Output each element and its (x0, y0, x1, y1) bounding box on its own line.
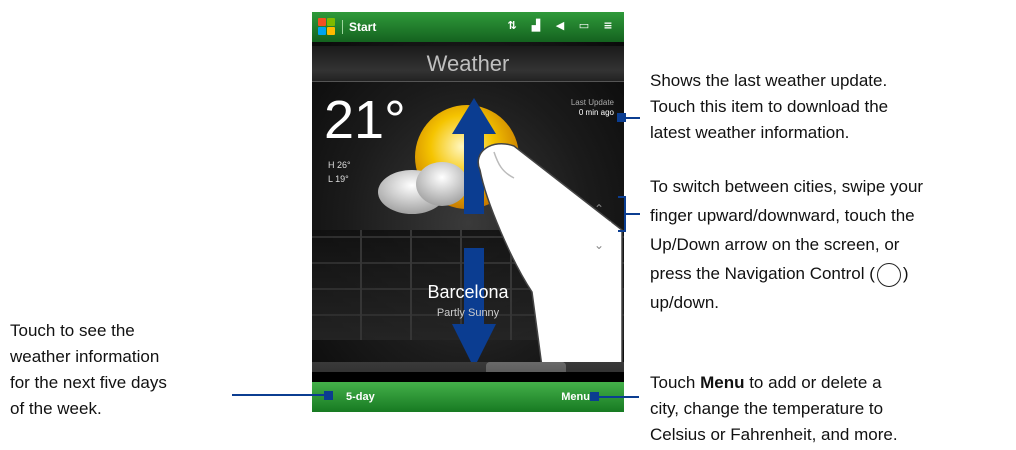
menu-bars-icon[interactable]: ≡ (600, 19, 616, 33)
high-temperature: H 26° (328, 160, 351, 170)
city-page-counter: 2/6 (599, 220, 612, 230)
phone-screen: Start ⇅ ▟ ◀ ▭ ≡ Weather 21° H 26° L 19° … (312, 12, 624, 412)
divider (342, 20, 343, 34)
network-sync-icon[interactable]: ⇅ (504, 19, 520, 33)
photos-tab[interactable]: 📷 (374, 362, 436, 372)
five-day-button[interactable]: 5-day (346, 391, 375, 403)
settings-tab[interactable]: ⚙ (566, 362, 624, 372)
page-title: Weather (312, 46, 624, 82)
menu-button[interactable]: Menu (561, 391, 590, 403)
update-callout: Shows the last weather update. Touch thi… (650, 71, 889, 142)
down-arrow-icon[interactable]: ⌄ (594, 238, 604, 252)
callout-line (626, 213, 640, 215)
last-update-value[interactable]: 0 min ago (579, 108, 614, 117)
callout-line (599, 396, 639, 398)
tab-bar: 🌐 📷 ♫ ☀ ⚙ (312, 362, 624, 372)
callout-marker (324, 391, 333, 400)
five-day-callout: Touch to see the weather information for… (10, 321, 167, 418)
city-name: Barcelona (427, 282, 509, 302)
menu-callout: Touch Menu to add or delete a city, chan… (650, 373, 898, 444)
internet-tab[interactable]: 🌐 (312, 362, 374, 372)
battery-icon[interactable]: ▭ (576, 19, 592, 33)
status-bar: Start ⇅ ▟ ◀ ▭ ≡ (312, 12, 624, 42)
weather-tab[interactable]: ☀ (486, 362, 566, 372)
status-icons: ⇅ ▟ ◀ ▭ ≡ (504, 19, 616, 33)
up-arrow-icon[interactable]: ⌃ (594, 202, 604, 216)
signal-icon[interactable]: ▟ (528, 19, 544, 33)
callout-marker (590, 392, 599, 401)
switch-cities-callout: To switch between cities, swipe your fin… (650, 177, 924, 312)
last-update-label[interactable]: Last Update (571, 98, 614, 107)
callout-bracket-bottom (618, 230, 626, 232)
navigation-control-icon (876, 262, 901, 287)
finger-icon (477, 142, 623, 372)
speaker-icon[interactable]: ◀ (552, 19, 568, 33)
windows-logo-icon[interactable] (318, 18, 336, 36)
low-temperature: L 19° (328, 174, 349, 184)
callout-marker (617, 113, 626, 122)
callout-bracket-top (618, 196, 626, 198)
weather-screen: Weather 21° H 26° L 19° Last Update 0 mi… (312, 42, 624, 372)
soft-key-bar: 5-day Menu (312, 382, 624, 412)
callout-line (232, 394, 324, 396)
callout-line (626, 117, 640, 119)
start-button[interactable]: Start (349, 20, 376, 34)
weather-condition: Partly Sunny (436, 307, 500, 319)
